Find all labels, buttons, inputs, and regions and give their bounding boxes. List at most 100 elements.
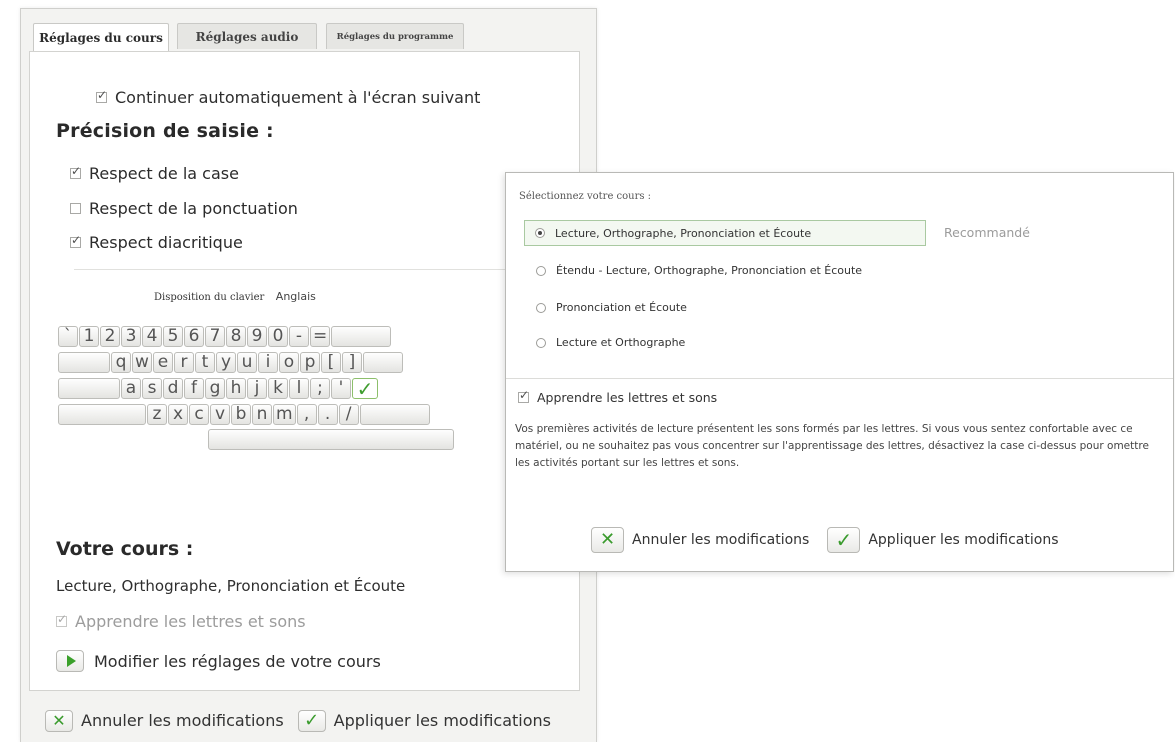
keyboard-key[interactable]: 3	[121, 326, 141, 347]
keyboard-key[interactable]: s	[142, 378, 162, 399]
tab-course-settings[interactable]: Réglages du cours	[33, 23, 169, 52]
keyboard-key[interactable]: t	[195, 352, 215, 373]
keyboard: ` 1 2 3 4 5 6 7 8 9 0 - = q w e r t y u …	[56, 326, 581, 456]
keyboard-key[interactable]: 6	[184, 326, 204, 347]
diacritic-checkbox[interactable]	[70, 233, 81, 248]
keyboard-key[interactable]: r	[174, 352, 194, 373]
keyboard-key[interactable]: =	[310, 326, 331, 347]
keyboard-key[interactable]: j	[247, 378, 267, 399]
punctuation-option[interactable]: Respect de la ponctuation	[70, 199, 298, 218]
keyboard-key[interactable]: 5	[163, 326, 183, 347]
keyboard-row-1: ` 1 2 3 4 5 6 7 8 9 0 - =	[58, 326, 392, 347]
tab-audio-settings[interactable]: Réglages audio	[177, 23, 317, 49]
keyboard-key[interactable]: -	[289, 326, 309, 347]
keyboard-key[interactable]: 1	[79, 326, 99, 347]
keyboard-key[interactable]: k	[268, 378, 288, 399]
course-radio-1[interactable]	[535, 228, 545, 238]
cancel-button[interactable]: ✕ Annuler les modifications	[45, 709, 284, 732]
keyboard-key[interactable]: v	[210, 404, 230, 425]
keyboard-key[interactable]: x	[168, 404, 188, 425]
course-option-3[interactable]: Prononciation et Écoute	[536, 301, 687, 314]
course-option-label: Lecture et Orthographe	[556, 336, 686, 349]
keyboard-key[interactable]: u	[237, 352, 257, 373]
space-key[interactable]	[208, 429, 454, 450]
keyboard-key[interactable]: h	[226, 378, 246, 399]
keyboard-key[interactable]: l	[289, 378, 309, 399]
course-option-4[interactable]: Lecture et Orthographe	[536, 336, 685, 349]
cancel-icon-button[interactable]: ✕	[45, 709, 73, 732]
keyboard-key[interactable]: g	[205, 378, 225, 399]
course-radio-3[interactable]	[536, 302, 546, 313]
keyboard-key[interactable]: ]	[342, 352, 362, 373]
diacritic-option[interactable]: Respect diacritique	[70, 233, 243, 252]
course-selection-dialog: Sélectionnez votre cours : Lecture, Orth…	[505, 172, 1174, 572]
keyboard-row-2: q w e r t y u i o p [ ]	[58, 352, 403, 373]
keyboard-key[interactable]: y	[216, 352, 236, 373]
course-option-2[interactable]: Étendu - Lecture, Orthographe, Prononcia…	[536, 264, 862, 277]
keyboard-key[interactable]: 7	[205, 326, 225, 347]
case-checkbox[interactable]	[70, 164, 81, 179]
keyboard-key[interactable]: 4	[142, 326, 162, 347]
keyboard-key[interactable]: m	[273, 404, 296, 425]
auto-continue-option[interactable]: Continuer automatiquement à l'écran suiv…	[96, 88, 480, 107]
keyboard-layout-value[interactable]: Anglais	[276, 290, 316, 303]
keyboard-key[interactable]: ,	[296, 404, 317, 425]
dialog-apply-button[interactable]: ✓ Appliquer les modifications	[827, 527, 1059, 553]
cancel-label: Annuler les modifications	[81, 711, 284, 730]
learn-letters-description: Vos premières activités de lecture prése…	[515, 423, 1149, 469]
dialog-cancel-icon-button[interactable]: ✕	[591, 527, 624, 553]
learn-letters-checkbox[interactable]	[518, 388, 529, 403]
course-option-1[interactable]: Lecture, Orthographe, Prononciation et É…	[524, 220, 926, 246]
enter-check-key[interactable]: ✓	[352, 378, 378, 399]
shift-key[interactable]	[58, 404, 146, 425]
keyboard-key[interactable]: w	[132, 352, 152, 373]
learn-letters-toggle[interactable]: Apprendre les lettres et sons	[518, 388, 718, 405]
backslash-key[interactable]	[363, 352, 403, 373]
apply-icon-button[interactable]: ✓	[297, 709, 326, 732]
close-icon: ✕	[52, 710, 66, 730]
play-icon-button[interactable]	[56, 650, 84, 672]
keyboard-key[interactable]: c	[189, 404, 209, 425]
dialog-apply-icon-button[interactable]: ✓	[827, 527, 861, 553]
keyboard-key[interactable]: e	[153, 352, 173, 373]
keyboard-key[interactable]: 8	[226, 326, 246, 347]
learn-letters-dialog-label: Apprendre les lettres et sons	[537, 390, 718, 405]
keyboard-key[interactable]: p	[300, 352, 320, 373]
right-shift-key[interactable]	[359, 404, 430, 425]
keyboard-key[interactable]: b	[231, 404, 251, 425]
keyboard-key[interactable]: i	[258, 352, 278, 373]
diacritic-label: Respect diacritique	[89, 233, 243, 252]
keyboard-key[interactable]: z	[147, 404, 167, 425]
dialog-cancel-button[interactable]: ✕ Annuler les modifications	[591, 527, 809, 553]
keyboard-key[interactable]: '	[331, 378, 351, 399]
keyboard-key[interactable]: d	[163, 378, 183, 399]
auto-continue-checkbox[interactable]	[96, 88, 107, 103]
tab-key[interactable]	[58, 352, 110, 373]
keyboard-key[interactable]: 2	[100, 326, 120, 347]
modify-course-button[interactable]: Modifier les réglages de votre cours	[56, 650, 381, 672]
keyboard-key[interactable]: [	[321, 352, 341, 373]
dialog-divider	[506, 378, 1173, 379]
keyboard-key[interactable]: /	[338, 404, 359, 425]
keyboard-key[interactable]: 9	[247, 326, 267, 347]
keyboard-key[interactable]: o	[279, 352, 299, 373]
course-radio-4[interactable]	[536, 337, 546, 348]
course-radio-2[interactable]	[536, 265, 546, 276]
tab-program-settings[interactable]: Réglages du programme	[326, 23, 464, 49]
caps-lock-key[interactable]	[58, 378, 120, 399]
keyboard-key[interactable]: q	[111, 352, 131, 373]
case-option[interactable]: Respect de la case	[70, 164, 239, 183]
keyboard-key[interactable]: f	[184, 378, 204, 399]
keyboard-key[interactable]: `	[58, 326, 78, 347]
learn-letters-label: Apprendre les lettres et sons	[75, 612, 306, 631]
keyboard-key[interactable]: n	[252, 404, 272, 425]
keyboard-key[interactable]: ;	[310, 378, 330, 399]
punctuation-checkbox[interactable]	[70, 203, 81, 214]
apply-button[interactable]: ✓ Appliquer les modifications	[297, 709, 551, 732]
keyboard-key[interactable]: 0	[268, 326, 288, 347]
backspace-key[interactable]	[331, 326, 392, 347]
keyboard-key[interactable]: .	[317, 404, 338, 425]
keyboard-key[interactable]: a	[121, 378, 141, 399]
course-option-label: Prononciation et Écoute	[556, 301, 687, 314]
course-option-label: Étendu - Lecture, Orthographe, Prononcia…	[556, 264, 863, 277]
